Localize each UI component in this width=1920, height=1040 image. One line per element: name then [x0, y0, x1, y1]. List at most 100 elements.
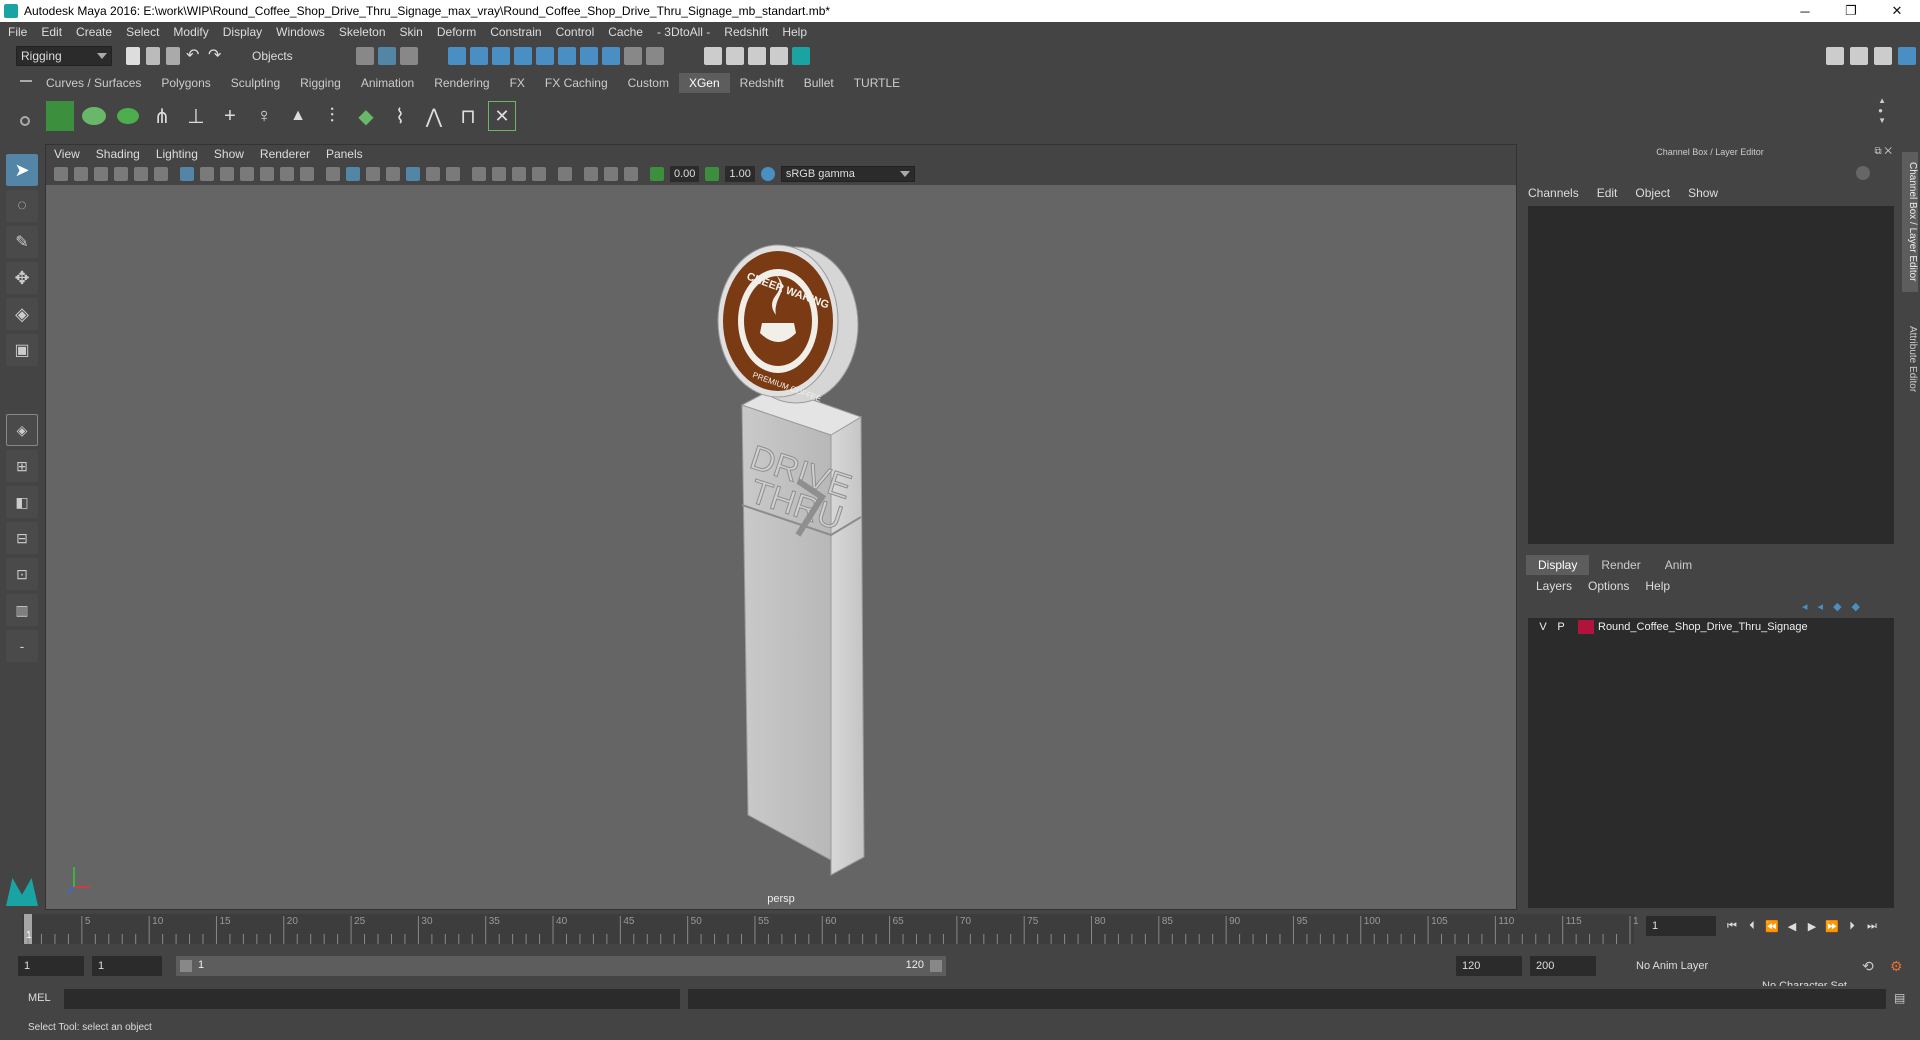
tab-redshift[interactable]: Redshift — [730, 73, 794, 93]
gamma-icon[interactable] — [705, 167, 720, 181]
color-management-icon[interactable] — [760, 167, 775, 181]
outliner-layout-icon[interactable]: ▥ — [6, 594, 38, 626]
viewport-menu-show[interactable]: Show — [214, 147, 244, 161]
step-forward-frame-icon[interactable]: ⏵ — [1844, 918, 1860, 934]
playback-start-field[interactable]: 1 — [92, 956, 162, 976]
viewport-menu-view[interactable]: View — [54, 147, 80, 161]
start-time-field[interactable]: 1 — [18, 956, 84, 976]
menu-help[interactable]: Help — [782, 25, 807, 39]
play-forwards-icon[interactable]: ▶ — [1804, 918, 1820, 934]
camera-attributes-icon[interactable] — [74, 167, 88, 181]
layer-help-menu[interactable]: Help — [1645, 579, 1670, 593]
anti-aliasing-icon[interactable] — [512, 167, 526, 181]
layer-row[interactable]: V P Round_Coffee_Shop_Drive_Thru_Signage — [1528, 618, 1894, 636]
tab-xgen[interactable]: XGen — [678, 73, 730, 93]
image-plane-icon[interactable] — [114, 167, 128, 181]
edit-menu[interactable]: Edit — [1597, 186, 1618, 200]
tab-fx[interactable]: FX — [500, 73, 535, 93]
viewport-menu-shading[interactable]: Shading — [96, 147, 140, 161]
default-material-icon[interactable] — [366, 167, 380, 181]
mel-input[interactable] — [64, 989, 680, 1009]
anim-layer-dropdown[interactable]: No Anim Layer — [1618, 956, 1744, 976]
wireframe-on-shaded-icon[interactable] — [386, 167, 400, 181]
menu-constrain[interactable]: Constrain — [490, 25, 541, 39]
exposure-field[interactable]: 0.00 — [670, 166, 700, 182]
go-to-start-icon[interactable]: ⏮ — [1724, 918, 1740, 934]
scale-tool-icon[interactable]: ▣ — [6, 334, 38, 366]
open-scene-icon[interactable] — [146, 47, 160, 65]
menu-skin[interactable]: Skin — [400, 25, 423, 39]
xgen-select-guide-icon[interactable]: ♀ — [250, 101, 278, 131]
wireframe-icon[interactable] — [326, 167, 340, 181]
snap-grid-icon[interactable] — [448, 47, 466, 65]
tab-polygons[interactable]: Polygons — [151, 73, 220, 93]
current-frame-field[interactable]: 1 — [1646, 916, 1716, 936]
textured-icon[interactable] — [406, 167, 420, 181]
bookmark-icon[interactable] — [94, 167, 108, 181]
menu-windows[interactable]: Windows — [276, 25, 325, 39]
options-menu[interactable]: Options — [1588, 579, 1629, 593]
xgen-guides-icon[interactable]: ⫶ — [318, 101, 346, 131]
xgen-editor-icon[interactable] — [46, 101, 74, 131]
safe-title-icon[interactable] — [300, 167, 314, 181]
shadows-icon[interactable] — [446, 167, 460, 181]
render-current-icon[interactable] — [726, 47, 744, 65]
menu-create[interactable]: Create — [76, 25, 112, 39]
layer-name[interactable]: Round_Coffee_Shop_Drive_Thru_Signage — [1598, 621, 1808, 633]
xray-active-icon[interactable] — [604, 167, 618, 181]
menu-select[interactable]: Select — [126, 25, 159, 39]
play-backwards-icon[interactable]: ◀ — [1784, 918, 1800, 934]
menu-redshift[interactable]: Redshift — [724, 25, 768, 39]
menu-control[interactable]: Control — [556, 25, 595, 39]
xgen-guide-to-curve-icon[interactable]: ⌇ — [386, 101, 414, 131]
tab-animation[interactable]: Animation — [351, 73, 424, 93]
object-menu[interactable]: Object — [1635, 186, 1670, 200]
persp-outliner-layout-icon[interactable]: ◧ — [6, 486, 38, 518]
close-button[interactable]: ✕ — [1874, 0, 1920, 22]
xgen-lock-icon[interactable]: ▲ — [284, 101, 312, 131]
tool-settings-icon[interactable] — [1874, 47, 1892, 65]
auto-key-icon[interactable]: ⟲ — [1862, 958, 1874, 975]
signage-model[interactable]: DRIVE THRU CHEER WAKING PREMIUM COFFEE — [686, 235, 926, 895]
select-by-object-icon[interactable] — [378, 47, 396, 65]
xgen-export-icon[interactable]: ✕ — [488, 101, 516, 131]
tab-curves-surfaces[interactable]: Curves / Surfaces — [36, 73, 151, 93]
tab-sculpting[interactable]: Sculpting — [221, 73, 290, 93]
select-by-hierarchy-icon[interactable] — [356, 47, 374, 65]
tab-attribute-editor[interactable]: Attribute Editor — [1902, 304, 1918, 414]
tab-display[interactable]: Display — [1526, 555, 1590, 575]
tab-turtle[interactable]: TURTLE — [844, 73, 910, 93]
step-forward-key-icon[interactable]: ⏩ — [1824, 918, 1840, 934]
go-to-end-icon[interactable]: ⏭ — [1864, 918, 1880, 934]
time-slider[interactable]: 5 10 15 20 25 30 35 40 45 50 55 60 65 70 75 80 85 90 95 100… — [18, 912, 1650, 946]
playback-end-field[interactable]: 120 — [1456, 956, 1522, 976]
mel-label[interactable]: MEL — [28, 992, 51, 1004]
xgen-add-guide-icon[interactable]: + — [216, 101, 244, 131]
paint-select-icon[interactable]: ✎ — [6, 226, 38, 258]
construction-history-icon[interactable] — [580, 47, 598, 65]
render-settings-icon[interactable] — [770, 47, 788, 65]
tab-channel-box-layer-editor[interactable]: Channel Box / Layer Editor — [1902, 152, 1918, 292]
lasso-tool-icon[interactable]: ◌ — [6, 190, 38, 222]
2d-pan-zoom-icon[interactable] — [134, 167, 148, 181]
snap-view-plane-icon[interactable] — [514, 47, 532, 65]
tab-render[interactable]: Render — [1589, 555, 1652, 575]
screen-space-ao-icon[interactable] — [472, 167, 486, 181]
xgen-layer-icon[interactable]: ◆ — [352, 101, 380, 131]
film-gate-icon[interactable] — [200, 167, 214, 181]
gamma-field[interactable]: 1.00 — [725, 166, 755, 182]
xgen-comb-icon[interactable]: ⋔ — [148, 101, 176, 131]
move-layer-up-icon[interactable]: ◂ — [1802, 600, 1808, 613]
camera-select-icon[interactable] — [54, 167, 68, 181]
grid-icon[interactable] — [180, 167, 194, 181]
single-perspective-layout-icon[interactable]: ◈ — [6, 414, 38, 446]
select-lock-icon[interactable] — [646, 47, 664, 65]
menu-skeleton[interactable]: Skeleton — [339, 25, 386, 39]
history-icon[interactable] — [558, 47, 576, 65]
menu-file[interactable]: File — [8, 25, 27, 39]
perspective-viewport[interactable]: View Shading Lighting Show Renderer Pane… — [45, 144, 1517, 910]
hypershade-icon[interactable] — [792, 47, 810, 65]
viewport-menu-panels[interactable]: Panels — [326, 147, 363, 161]
snap-live-icon[interactable] — [536, 47, 554, 65]
redo-icon[interactable]: ↷ — [208, 47, 226, 65]
